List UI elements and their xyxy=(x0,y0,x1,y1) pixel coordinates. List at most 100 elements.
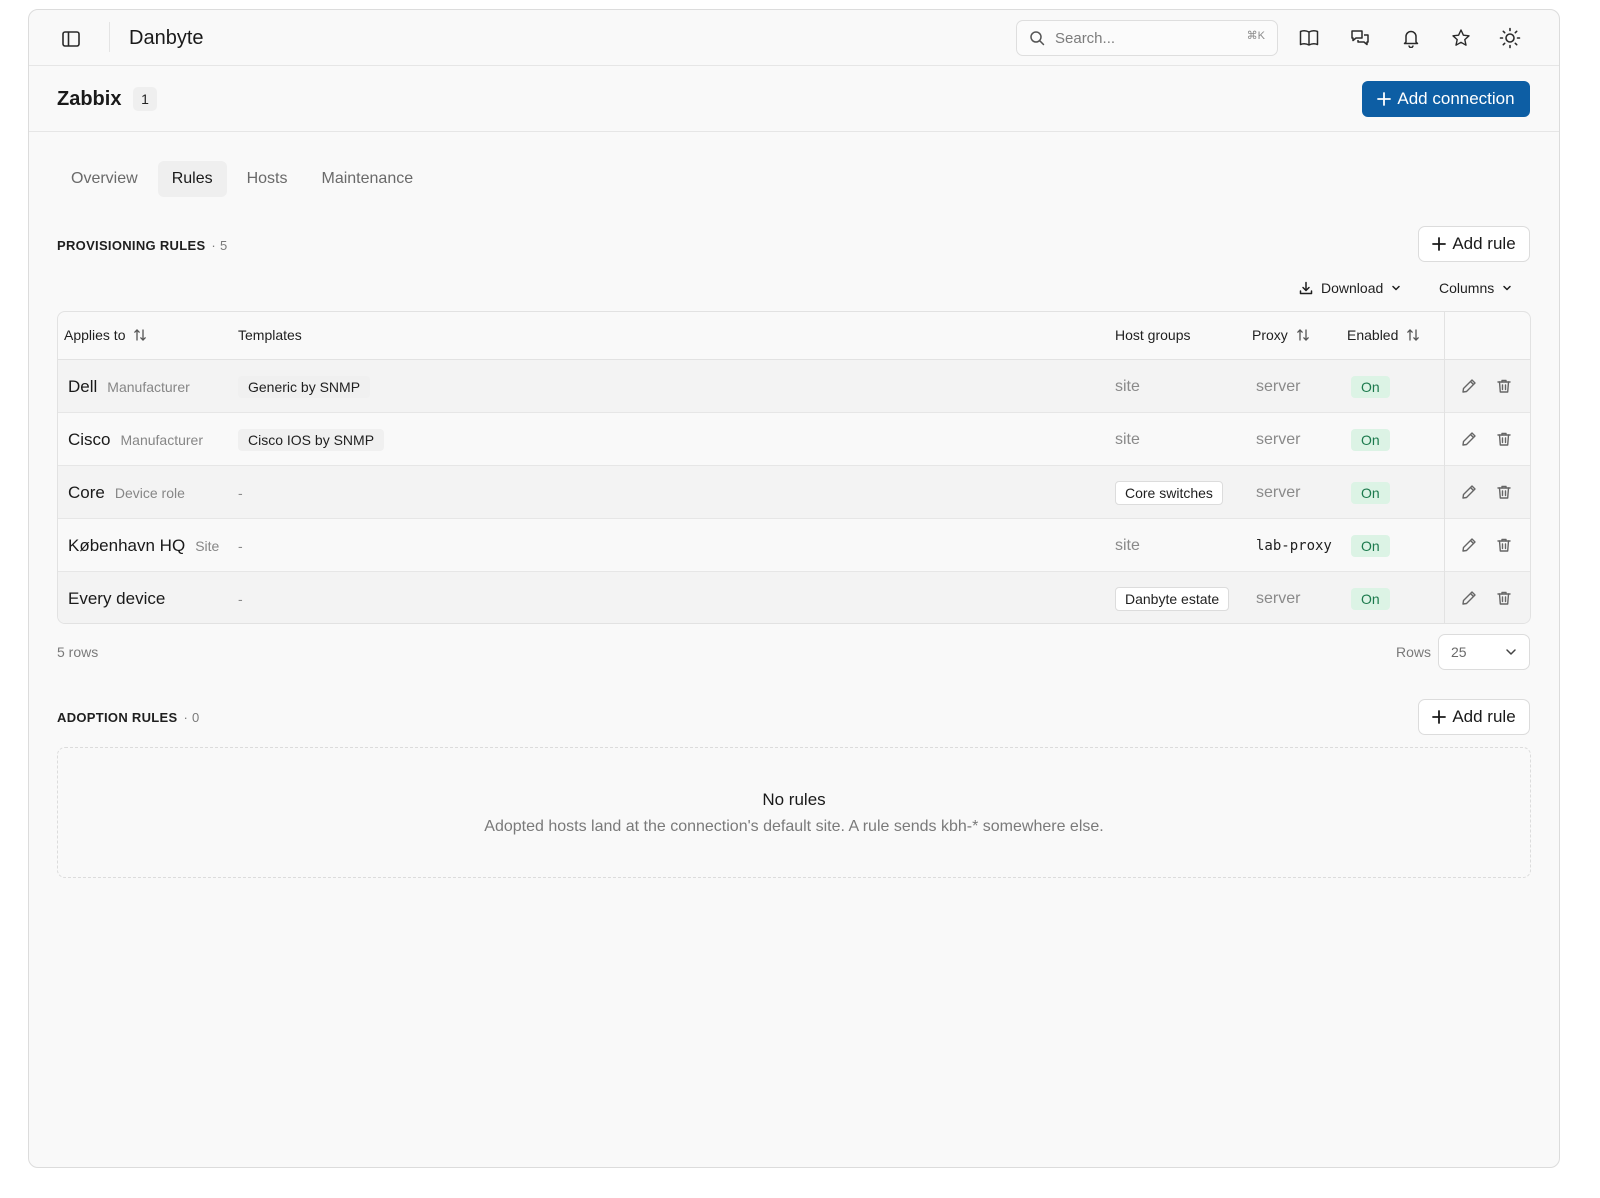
tab-bar: Overview Rules Hosts Maintenance xyxy=(57,161,427,197)
search-placeholder: Search... xyxy=(1055,29,1116,47)
adoption-rules-title: ADOPTION RULES xyxy=(57,710,178,725)
applies-to-kind: Manufacturer xyxy=(120,431,203,448)
star-icon[interactable] xyxy=(1449,26,1473,50)
column-header-templates: Templates xyxy=(238,327,302,343)
applies-to-name: Core xyxy=(68,482,105,502)
enabled-badge[interactable]: On xyxy=(1351,587,1390,610)
table-row: København HQ Site - site lab-proxy On xyxy=(58,519,1530,572)
host-group-value: site xyxy=(1115,430,1140,448)
column-label: Enabled xyxy=(1347,327,1399,343)
pencil-icon[interactable] xyxy=(1459,588,1479,608)
tab-rules[interactable]: Rules xyxy=(157,161,227,197)
top-bar: Danbyte Search... ⌘K xyxy=(29,10,1559,66)
pencil-icon[interactable] xyxy=(1459,429,1479,449)
applies-to-name: Cisco xyxy=(68,429,111,449)
adoption-rules-count: 0 xyxy=(192,710,200,725)
template-empty: - xyxy=(238,537,243,554)
enabled-badge[interactable]: On xyxy=(1351,534,1390,557)
rows-per-page-select[interactable]: 25 xyxy=(1438,634,1530,670)
proxy-value: server xyxy=(1256,589,1301,607)
template-empty: - xyxy=(238,590,243,607)
download-label: Download xyxy=(1321,280,1384,296)
column-header-proxy[interactable]: Proxy xyxy=(1252,327,1310,343)
applies-to-name: Every device xyxy=(68,588,166,608)
trash-icon[interactable] xyxy=(1494,482,1514,502)
column-label: Applies to xyxy=(64,327,126,343)
provisioning-rules-count: 5 xyxy=(219,238,228,253)
column-header-applies-to[interactable]: Applies to xyxy=(64,327,147,343)
proxy-value: server xyxy=(1256,483,1301,501)
applies-to-kind: Device role xyxy=(114,484,185,501)
chevron-down-icon xyxy=(1502,283,1512,293)
pencil-icon[interactable] xyxy=(1459,482,1479,502)
proxy-value: server xyxy=(1256,430,1301,448)
enabled-badge[interactable]: On xyxy=(1351,428,1390,451)
applies-to-name: København HQ xyxy=(68,535,186,555)
empty-state-description: Adopted hosts land at the connection's d… xyxy=(484,818,1104,835)
trash-icon[interactable] xyxy=(1494,429,1514,449)
tab-maintenance[interactable]: Maintenance xyxy=(308,161,428,197)
add-provisioning-rule-button[interactable]: Add rule xyxy=(1418,226,1530,262)
add-connection-button[interactable]: Add connection xyxy=(1362,81,1530,117)
column-header-enabled[interactable]: Enabled xyxy=(1347,327,1420,343)
page-header: Zabbix 1 Add connection xyxy=(29,66,1559,132)
tab-hosts[interactable]: Hosts xyxy=(233,161,302,197)
trash-icon[interactable] xyxy=(1494,376,1514,396)
columns-menu-button[interactable]: Columns xyxy=(1439,278,1512,298)
search-icon xyxy=(1029,30,1045,46)
add-connection-label: Add connection xyxy=(1397,89,1515,108)
column-header-host-groups: Host groups xyxy=(1115,327,1190,343)
template-chip: Generic by SNMP xyxy=(238,375,371,398)
provisioning-rules-heading: PROVISIONING RULES · 5 xyxy=(57,238,228,253)
host-group-value: site xyxy=(1115,536,1140,554)
sidebar-toggle-icon[interactable] xyxy=(59,27,83,51)
columns-label: Columns xyxy=(1439,280,1495,296)
applies-to-kind: Manufacturer xyxy=(107,378,190,395)
proxy-value: server xyxy=(1256,377,1301,395)
column-label: Templates xyxy=(238,327,302,343)
table-row: Cisco Manufacturer Cisco IOS by SNMP site… xyxy=(58,413,1530,466)
add-adoption-rule-button[interactable]: Add rule xyxy=(1418,699,1530,735)
table-header: Applies to Templates Host groups Proxy E… xyxy=(58,312,1530,360)
bell-icon[interactable] xyxy=(1399,26,1423,50)
plus-icon xyxy=(1432,710,1447,724)
pencil-icon[interactable] xyxy=(1459,535,1479,555)
chevron-down-icon xyxy=(1505,646,1517,658)
chat-icon[interactable] xyxy=(1348,26,1372,50)
trash-icon[interactable] xyxy=(1494,535,1514,555)
table-row: Core Device role - Core switches server O… xyxy=(58,466,1530,519)
app-window: Danbyte Search... ⌘K Zabbix 1 Add connec… xyxy=(28,9,1560,1168)
applies-to-name: Dell xyxy=(68,376,98,396)
rows-per-page-label: Rows xyxy=(1396,644,1432,660)
search-input[interactable]: Search... ⌘K xyxy=(1016,20,1278,56)
plus-icon xyxy=(1377,92,1392,106)
column-label: Host groups xyxy=(1115,327,1191,343)
host-group-value: site xyxy=(1115,377,1140,395)
app-name: Danbyte xyxy=(129,27,204,49)
book-icon[interactable] xyxy=(1297,26,1321,50)
table-row: Dell Manufacturer Generic by SNMP site se… xyxy=(58,360,1530,413)
sort-icon xyxy=(133,328,147,342)
add-rule-label: Add rule xyxy=(1452,234,1516,253)
chevron-down-icon xyxy=(1391,283,1401,293)
provisioning-rules-title: PROVISIONING RULES xyxy=(57,238,206,253)
download-icon xyxy=(1299,281,1313,295)
applies-to-kind: Site xyxy=(195,537,220,554)
pencil-icon[interactable] xyxy=(1459,376,1479,396)
template-empty: - xyxy=(238,484,243,501)
table-row: Every device - Danbyte estate server On xyxy=(58,572,1530,623)
enabled-badge[interactable]: On xyxy=(1351,375,1390,398)
tab-overview[interactable]: Overview xyxy=(57,161,152,197)
sort-icon xyxy=(1296,328,1310,342)
sort-icon xyxy=(1406,328,1420,342)
add-rule-label: Add rule xyxy=(1452,707,1516,726)
actions-column-divider xyxy=(1444,312,1445,623)
plus-icon xyxy=(1432,237,1447,251)
proxy-value: lab-proxy xyxy=(1256,537,1332,554)
rows-per-page-value: 25 xyxy=(1451,644,1467,660)
sun-icon[interactable] xyxy=(1498,26,1522,50)
trash-icon[interactable] xyxy=(1494,588,1514,608)
enabled-badge[interactable]: On xyxy=(1351,481,1390,504)
empty-state-title: No rules xyxy=(762,790,826,809)
download-menu-button[interactable]: Download xyxy=(1299,278,1401,298)
